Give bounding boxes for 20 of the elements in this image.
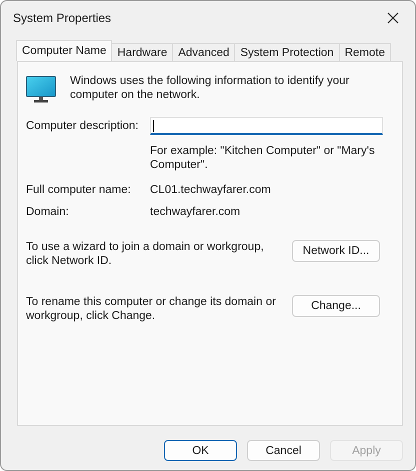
field-label: Computer description: <box>26 120 140 132</box>
info-label: Full computer name: <box>26 184 132 196</box>
intro-text: Windows uses the following information to identify your computer on the network. <box>70 74 350 102</box>
action-button[interactable]: Network ID... <box>292 240 380 262</box>
info-value: techwayfarer.com <box>150 206 242 218</box>
monitor-icon <box>26 76 56 103</box>
tab[interactable]: Computer Name <box>16 40 112 61</box>
close-icon[interactable] <box>387 12 399 24</box>
tab[interactable]: System Protection <box>234 43 340 61</box>
action-button[interactable]: Change... <box>292 295 380 317</box>
instruction-text: To use a wizard to join a domain or workgroup, click Network ID. <box>26 240 265 268</box>
dialog-button[interactable]: OK <box>164 440 237 461</box>
dialog-button[interactable]: Cancel <box>247 440 320 461</box>
window-title: System Properties <box>13 11 112 25</box>
hint-text: For example: "Kitchen Computer" or "Mary's Computer". <box>150 144 376 172</box>
info-label: Domain: <box>26 206 70 218</box>
description-field[interactable] <box>150 117 383 135</box>
tab[interactable]: Remote <box>338 43 391 61</box>
instruction-text: To rename this computer or change its domain or workgroup, click Change. <box>26 295 277 323</box>
info-value: CL01.techwayfarer.com <box>150 184 272 196</box>
